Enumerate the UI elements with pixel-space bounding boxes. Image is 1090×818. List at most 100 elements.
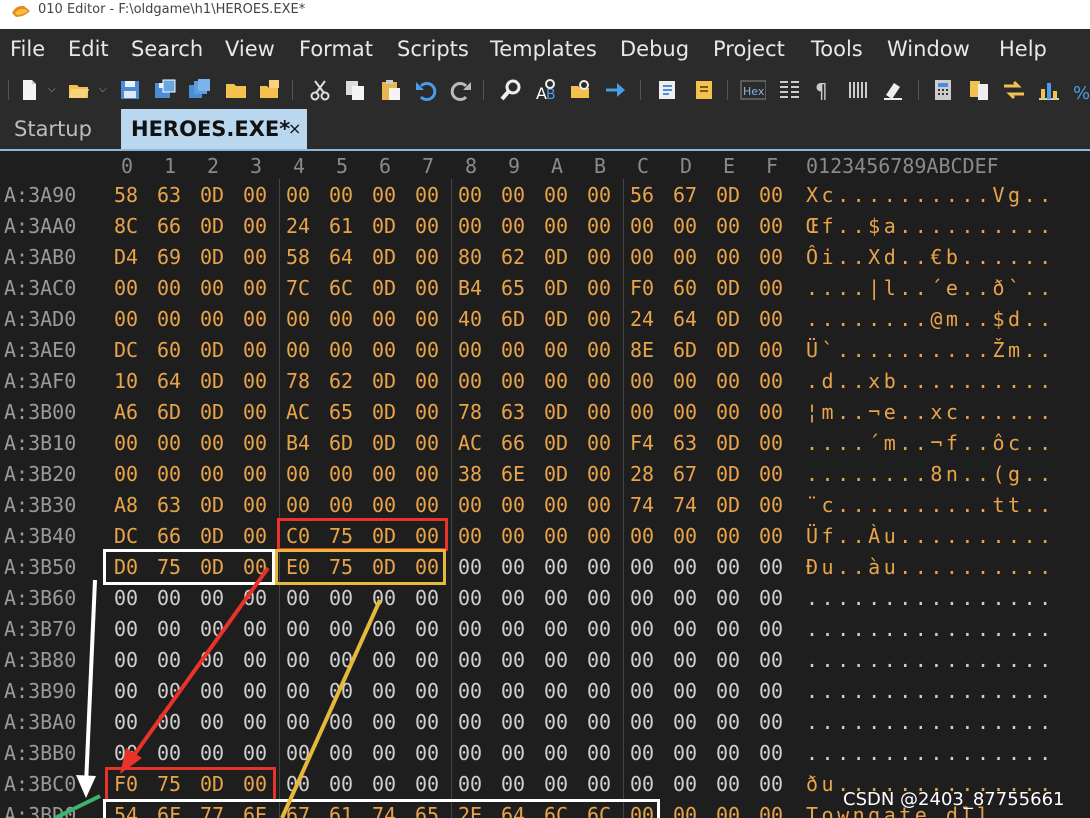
hex-byte[interactable]: 00 [673,648,697,672]
hex-byte[interactable]: 00 [501,555,525,579]
hex-byte[interactable]: 0D [544,431,568,455]
hex-byte[interactable]: 00 [372,462,396,486]
hex-byte[interactable]: 00 [673,555,697,579]
hex-byte[interactable]: 00 [630,214,654,238]
hex-byte[interactable]: F4 [630,431,654,455]
hex-byte[interactable]: 0D [200,400,224,424]
hex-byte[interactable]: 0D [200,245,224,269]
hex-byte[interactable]: 00 [587,400,611,424]
hex-byte[interactable]: 00 [759,741,783,765]
hex-byte[interactable]: 8E [630,338,654,362]
menu-view[interactable]: View [225,37,275,61]
replace-icon[interactable]: AB [533,77,559,103]
hex-byte[interactable]: 00 [759,400,783,424]
hex-byte[interactable]: 78 [458,400,482,424]
hex-byte[interactable]: 00 [243,648,267,672]
hex-byte[interactable]: 00 [243,338,267,362]
hex-byte[interactable]: 00 [587,493,611,517]
hex-byte[interactable]: 00 [415,431,439,455]
hex-byte[interactable]: 00 [243,586,267,610]
menu-templates[interactable]: Templates [490,37,597,61]
hex-byte[interactable]: 00 [630,369,654,393]
hex-byte[interactable]: 00 [329,586,353,610]
hex-byte[interactable]: 80 [458,245,482,269]
find-icon[interactable] [498,77,524,103]
hex-byte[interactable]: 00 [243,493,267,517]
hex-byte[interactable]: 00 [415,214,439,238]
hex-byte[interactable]: 00 [716,617,740,641]
hex-byte[interactable]: 0D [200,369,224,393]
hex-byte[interactable]: 00 [286,493,310,517]
hex-mode-icon[interactable]: Hex [740,77,766,103]
hex-byte[interactable]: 00 [200,586,224,610]
hex-byte[interactable]: 00 [759,276,783,300]
hex-byte[interactable]: 00 [544,555,568,579]
calculator-icon[interactable] [930,77,956,103]
hex-byte[interactable]: 0D [716,431,740,455]
hex-byte[interactable]: 00 [501,772,525,796]
menu-debug[interactable]: Debug [620,37,689,61]
hex-byte[interactable]: 00 [458,586,482,610]
menu-edit[interactable]: Edit [68,37,109,61]
hex-byte[interactable]: 00 [243,276,267,300]
ascii-text[interactable]: ................ [806,617,1055,641]
hex-byte[interactable]: 00 [587,338,611,362]
ascii-text[interactable]: ................ [806,586,1055,610]
hex-byte[interactable]: 00 [200,617,224,641]
hex-byte[interactable]: 00 [716,772,740,796]
hex-byte[interactable]: 00 [114,617,138,641]
hex-byte[interactable]: 00 [286,648,310,672]
hex-byte[interactable]: B4 [458,276,482,300]
hex-byte[interactable]: 00 [544,524,568,548]
hex-byte[interactable]: 63 [157,183,181,207]
menu-help[interactable]: Help [999,37,1047,61]
hex-byte[interactable]: 66 [157,214,181,238]
hex-byte[interactable]: 00 [587,462,611,486]
ascii-text[interactable]: ........8n..(g.. [806,462,1055,486]
ascii-text[interactable]: ....|l..´e..ð`.. [806,276,1055,300]
hex-byte[interactable]: 00 [372,307,396,331]
hex-byte[interactable]: 00 [286,586,310,610]
hex-byte[interactable]: 00 [759,245,783,269]
hex-byte[interactable]: 00 [716,803,740,818]
hex-byte[interactable]: 00 [372,586,396,610]
hex-byte[interactable]: 00 [630,245,654,269]
menu-tools[interactable]: Tools [811,37,863,61]
hex-byte[interactable]: 00 [501,741,525,765]
hex-byte[interactable]: 00 [243,431,267,455]
hex-byte[interactable]: 00 [200,431,224,455]
hex-byte[interactable]: 00 [243,400,267,424]
hex-byte[interactable]: 00 [329,462,353,486]
hex-byte[interactable]: 0D [544,276,568,300]
ascii-text[interactable]: Ðu..àu.......... [806,555,1055,579]
hex-byte[interactable]: 00 [372,710,396,734]
hex-byte[interactable]: 00 [243,524,267,548]
histogram-icon[interactable] [1036,77,1062,103]
hex-byte[interactable]: 00 [759,183,783,207]
menu-scripts[interactable]: Scripts [397,37,469,61]
pilcrow-icon[interactable]: ¶ [810,77,836,103]
hex-byte[interactable]: 00 [415,276,439,300]
hex-byte[interactable]: 0D [200,493,224,517]
hex-byte[interactable]: 00 [286,710,310,734]
ascii-text[interactable]: ....´m..¬f..ôc.. [806,431,1055,455]
hex-byte[interactable]: 00 [544,183,568,207]
hex-byte[interactable]: 69 [157,245,181,269]
hex-byte[interactable]: 28 [630,462,654,486]
hex-byte[interactable]: 0D [716,493,740,517]
hex-byte[interactable]: A8 [114,493,138,517]
highlight-icon[interactable] [880,77,906,103]
hex-byte[interactable]: 00 [200,276,224,300]
hex-byte[interactable]: 00 [157,741,181,765]
hex-byte[interactable]: 0D [716,183,740,207]
new-file-icon[interactable] [16,77,42,103]
hex-byte[interactable]: 40 [458,307,482,331]
hex-byte[interactable]: 00 [587,307,611,331]
hex-byte[interactable]: 00 [630,710,654,734]
hex-byte[interactable]: 0D [200,214,224,238]
hex-byte[interactable]: 00 [544,586,568,610]
hex-byte[interactable]: 00 [243,214,267,238]
hex-byte[interactable]: 67 [673,183,697,207]
hex-byte[interactable]: 00 [587,679,611,703]
hex-byte[interactable]: 0D [372,400,396,424]
